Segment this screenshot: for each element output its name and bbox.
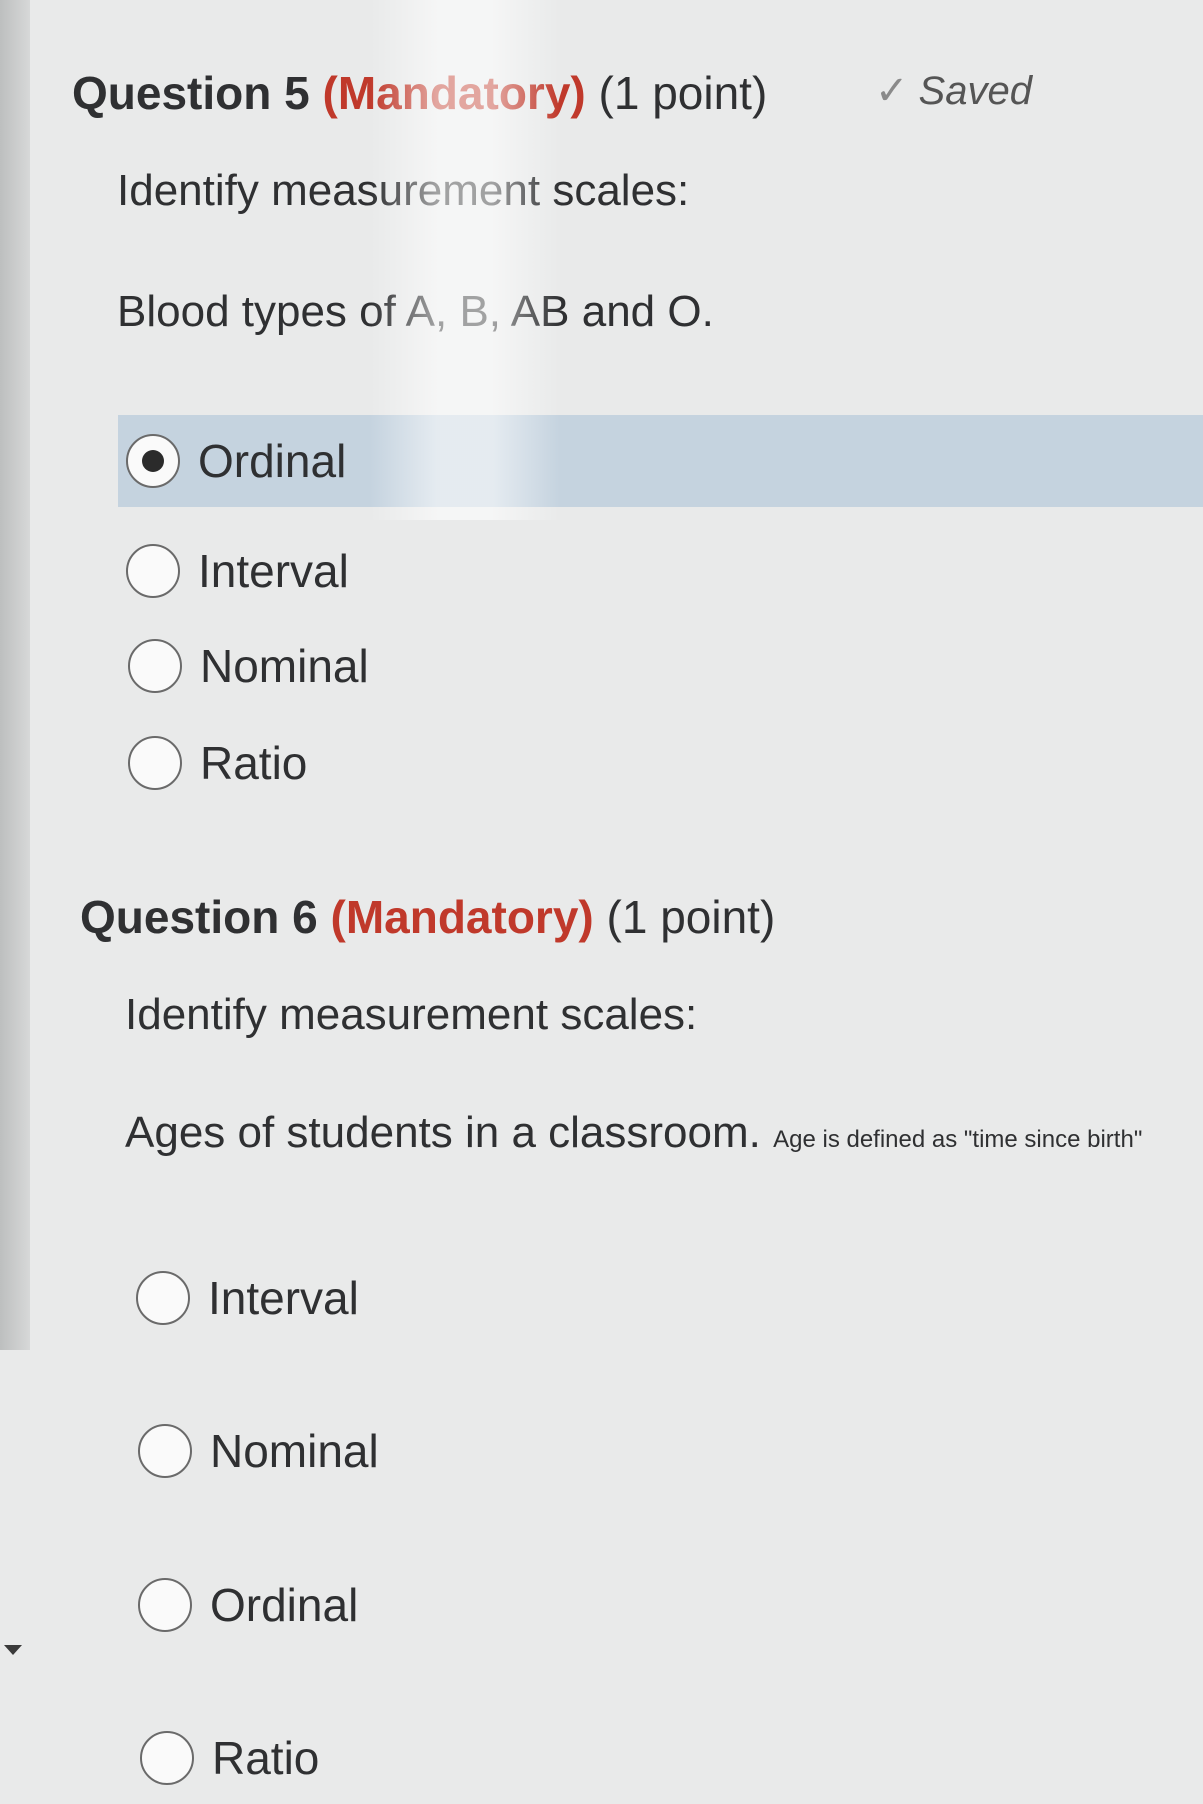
option-label: Ratio <box>200 737 308 789</box>
option-nominal[interactable]: Nominal <box>118 620 618 712</box>
question-item: Blood types of A, B, AB and O. <box>117 287 714 336</box>
question-number: Question 5 <box>72 67 310 119</box>
option-label: Interval <box>198 545 349 597</box>
saved-label: Saved <box>918 69 1032 113</box>
option-interval[interactable]: Interval <box>118 525 618 617</box>
question-item: Ages of students in a classroom. Age is … <box>125 1108 1142 1158</box>
triangle-down-icon[interactable] <box>4 1645 22 1655</box>
mandatory-label: (Mandatory) <box>330 891 594 943</box>
option-label: Nominal <box>200 640 369 692</box>
points-label: (1 point) <box>606 891 776 943</box>
radio-button[interactable] <box>138 1424 192 1478</box>
radio-button[interactable] <box>138 1578 192 1632</box>
question-prompt: Identify measurement scales: <box>117 166 690 215</box>
question-note: Age is defined as "time since birth" <box>773 1126 1143 1153</box>
radio-button[interactable] <box>140 1731 194 1785</box>
mandatory-label: (Mandatory) <box>322 67 586 119</box>
option-label: Ratio <box>212 1732 320 1784</box>
radio-button-checked[interactable] <box>126 434 180 488</box>
question-item-text: Ages of students in a classroom. <box>125 1108 761 1157</box>
question-5-header: Question 5 (Mandatory) (1 point) <box>72 66 767 120</box>
option-ordinal[interactable]: Ordinal <box>118 415 1203 507</box>
option-label: Nominal <box>210 1425 379 1477</box>
option-interval[interactable]: Interval <box>128 1252 628 1344</box>
saved-status: ✓ Saved <box>875 68 1032 114</box>
option-ordinal[interactable]: Ordinal <box>128 1559 628 1651</box>
check-icon: ✓ <box>875 69 909 113</box>
radio-button[interactable] <box>128 736 182 790</box>
radio-button[interactable] <box>126 544 180 598</box>
question-6-header: Question 6 (Mandatory) (1 point) <box>80 890 775 944</box>
option-label: Interval <box>208 1272 359 1324</box>
radio-button[interactable] <box>128 639 182 693</box>
question-number: Question 6 <box>80 891 318 943</box>
radio-button[interactable] <box>136 1271 190 1325</box>
left-rail <box>0 0 30 1350</box>
option-label: Ordinal <box>198 435 347 487</box>
points-label: (1 point) <box>598 67 768 119</box>
option-ratio[interactable]: Ratio <box>118 717 618 809</box>
option-ratio[interactable]: Ratio <box>128 1712 628 1804</box>
option-nominal[interactable]: Nominal <box>128 1405 628 1497</box>
option-label: Ordinal <box>210 1579 359 1631</box>
question-prompt: Identify measurement scales: <box>125 990 698 1039</box>
